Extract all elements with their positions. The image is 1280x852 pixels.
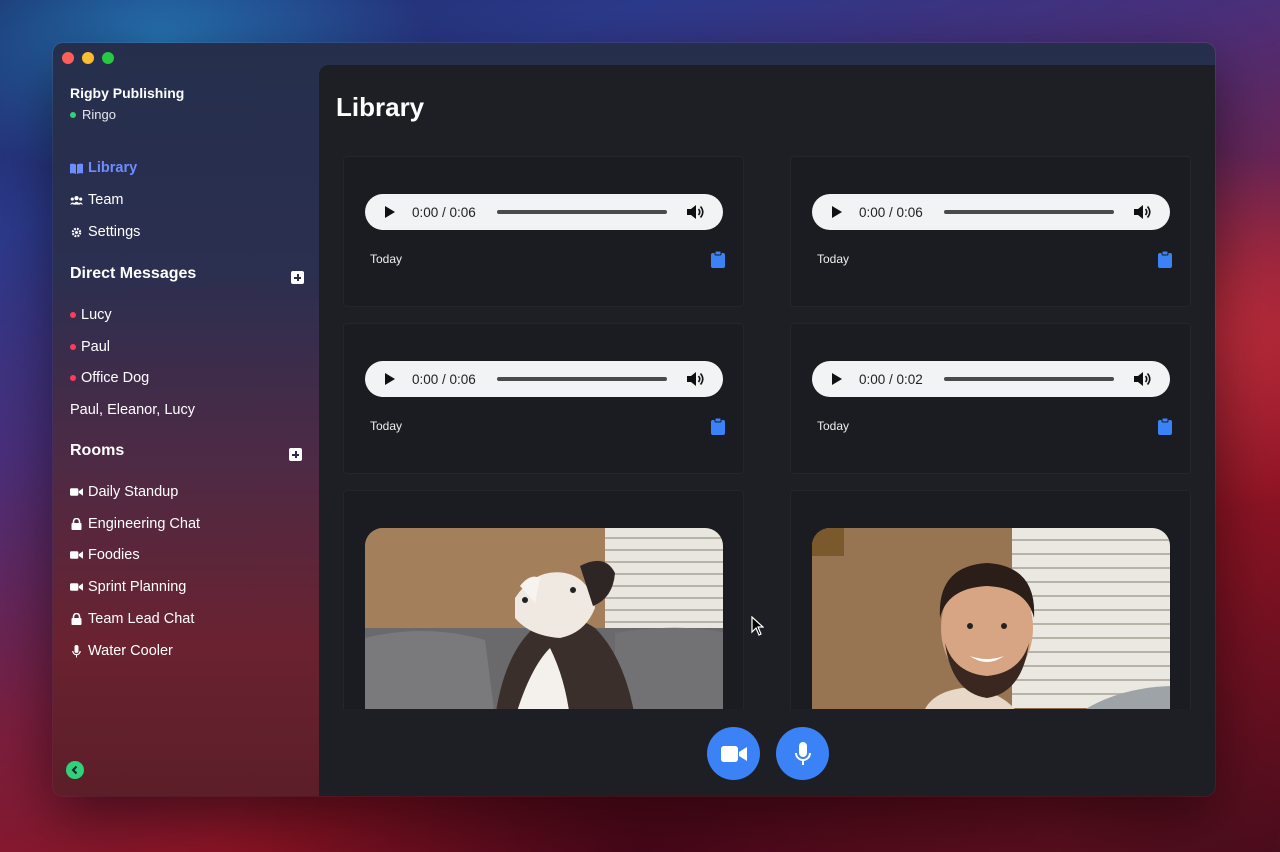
dm-item-group[interactable]: Paul, Eleanor, Lucy [70, 402, 195, 418]
page-title: Library [336, 92, 425, 122]
dm-label: Paul, Eleanor, Lucy [70, 402, 195, 418]
toggle-microphone-button[interactable] [776, 727, 829, 780]
sidebar: Rigby Publishing Ringo Library Team Sett… [53, 43, 319, 796]
room-label: Daily Standup [88, 484, 179, 500]
room-item-foodies[interactable]: Foodies [70, 547, 140, 563]
lock-icon [70, 518, 83, 531]
collapse-sidebar-button[interactable] [66, 761, 84, 779]
video-camera-icon [70, 549, 83, 562]
video-card [343, 490, 744, 720]
dm-label: Paul [81, 339, 111, 355]
dm-label: Office Dog [81, 370, 150, 386]
volume-icon[interactable] [687, 371, 705, 387]
sidebar-item-label: Library [88, 160, 138, 176]
audio-card: 0:00 / 0:06 Today [343, 156, 744, 307]
chevron-left-icon [71, 765, 78, 775]
card-date: Today [370, 419, 403, 433]
users-icon [70, 194, 83, 207]
room-label: Engineering Chat [88, 516, 201, 532]
clipboard-icon[interactable] [1158, 418, 1172, 435]
play-icon[interactable] [832, 373, 842, 385]
volume-icon[interactable] [1134, 204, 1152, 220]
play-icon[interactable] [385, 206, 395, 218]
current-user: Ringo [70, 107, 116, 122]
audio-time: 0:00 / 0:06 [412, 204, 476, 220]
dm-item-lucy[interactable]: Lucy [70, 307, 112, 323]
play-icon[interactable] [832, 206, 842, 218]
video-card [790, 490, 1191, 720]
sidebar-item-library[interactable]: Library [70, 160, 137, 176]
room-label: Sprint Planning [88, 579, 187, 595]
volume-icon[interactable] [687, 204, 705, 220]
room-label: Team Lead Chat [88, 611, 195, 627]
dm-label: Lucy [81, 307, 112, 323]
direct-messages-heading: Direct Messages [70, 265, 197, 282]
room-label: Water Cooler [88, 643, 173, 659]
volume-icon[interactable] [1134, 371, 1152, 387]
card-date: Today [370, 252, 403, 266]
room-label: Foodies [88, 547, 140, 563]
current-user-name: Ringo [82, 107, 116, 122]
audio-card: 0:00 / 0:02 Today [790, 323, 1191, 474]
audio-player[interactable]: 0:00 / 0:06 [365, 361, 723, 397]
card-date: Today [817, 252, 850, 266]
main-panel: Library 0:00 / 0:06 Today 0:00 / 0:06 To… [319, 65, 1215, 796]
mouse-cursor-icon [751, 616, 764, 636]
toggle-video-button[interactable] [707, 727, 760, 780]
audio-progress-track[interactable] [944, 210, 1114, 214]
sidebar-item-team[interactable]: Team [70, 192, 123, 208]
app-window: Rigby Publishing Ringo Library Team Sett… [53, 43, 1215, 796]
lock-icon [70, 613, 83, 626]
audio-time: 0:00 / 0:06 [859, 204, 923, 220]
add-direct-message-button[interactable] [291, 271, 304, 284]
audio-player[interactable]: 0:00 / 0:06 [812, 194, 1170, 230]
audio-time: 0:00 / 0:06 [412, 371, 476, 387]
audio-progress-track[interactable] [944, 377, 1114, 381]
play-icon[interactable] [385, 373, 395, 385]
room-item-team-lead-chat[interactable]: Team Lead Chat [70, 611, 194, 627]
audio-card: 0:00 / 0:06 Today [343, 323, 744, 474]
room-item-engineering-chat[interactable]: Engineering Chat [70, 516, 200, 532]
gear-icon [70, 226, 83, 239]
clipboard-icon[interactable] [711, 251, 725, 268]
microphone-icon [794, 741, 811, 765]
sidebar-item-label: Settings [88, 224, 141, 240]
audio-time: 0:00 / 0:02 [859, 371, 923, 387]
video-camera-icon [720, 745, 747, 762]
sidebar-item-label: Team [88, 192, 124, 208]
video-player-dog[interactable] [365, 528, 723, 718]
book-icon [70, 162, 83, 175]
room-item-daily-standup[interactable]: Daily Standup [70, 484, 178, 500]
audio-player[interactable]: 0:00 / 0:02 [812, 361, 1170, 397]
add-room-button[interactable] [289, 448, 302, 461]
card-date: Today [817, 419, 850, 433]
dm-item-office-dog[interactable]: Office Dog [70, 370, 149, 386]
clipboard-icon[interactable] [711, 418, 725, 435]
audio-progress-track[interactable] [497, 377, 667, 381]
dm-item-paul[interactable]: Paul [70, 339, 110, 355]
status-dot [70, 375, 76, 381]
clipboard-icon[interactable] [1158, 251, 1172, 268]
status-dot [70, 312, 76, 318]
video-camera-icon [70, 486, 83, 499]
room-item-sprint-planning[interactable]: Sprint Planning [70, 579, 186, 595]
microphone-icon [70, 644, 83, 658]
audio-player[interactable]: 0:00 / 0:06 [365, 194, 723, 230]
controls-bar [319, 709, 1215, 796]
sidebar-item-settings[interactable]: Settings [70, 224, 140, 240]
org-name: Rigby Publishing [70, 85, 185, 101]
audio-progress-track[interactable] [497, 210, 667, 214]
online-status-dot [70, 111, 76, 118]
rooms-heading: Rooms [70, 442, 125, 459]
video-camera-icon [70, 581, 83, 594]
room-item-water-cooler[interactable]: Water Cooler [70, 643, 173, 659]
status-dot [70, 344, 76, 350]
video-player-person[interactable] [812, 528, 1170, 718]
audio-card: 0:00 / 0:06 Today [790, 156, 1191, 307]
